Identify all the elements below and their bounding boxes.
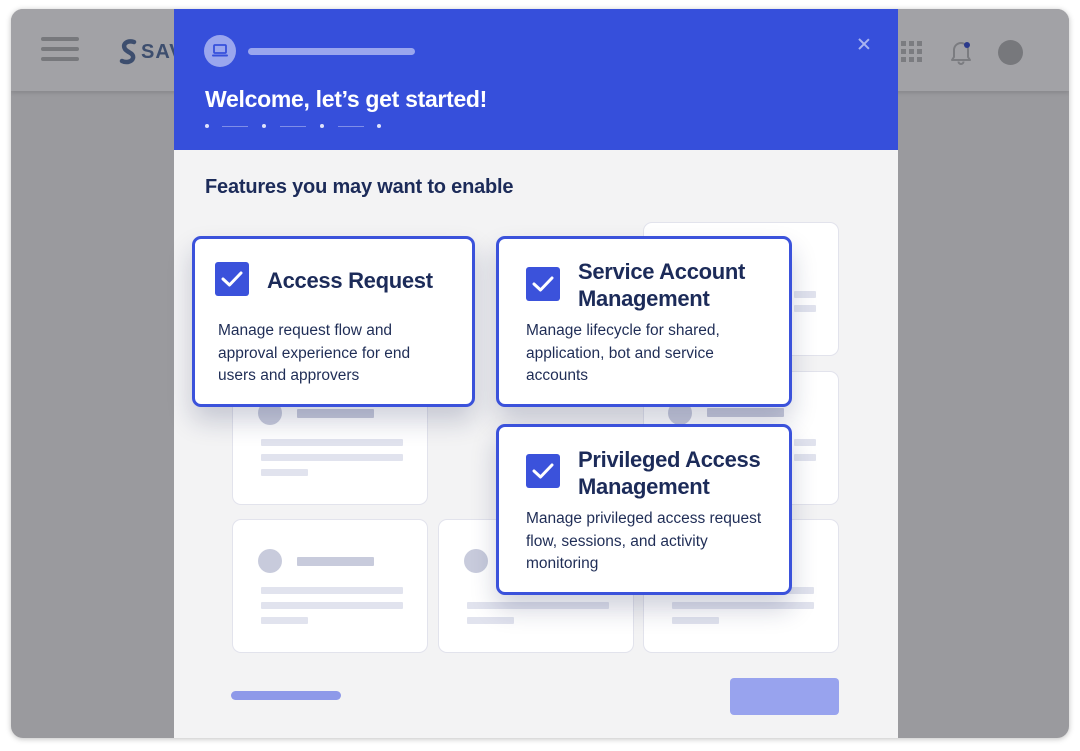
welcome-modal: Welcome, let’s get started! Features you… — [174, 9, 898, 738]
modal-title: Welcome, let’s get started! — [205, 86, 488, 112]
step-dot — [320, 124, 324, 128]
close-icon[interactable] — [854, 34, 874, 54]
placeholder-card — [232, 519, 428, 653]
feature-description: Manage privileged access request flow, s… — [526, 510, 762, 572]
step-dot — [205, 124, 209, 128]
step-connector — [222, 125, 248, 127]
feature-title: Service Account Management — [578, 259, 746, 311]
step-dot — [262, 124, 266, 128]
feature-card-access-request[interactable]: Access Request Manage request flow and a… — [192, 236, 475, 407]
feature-description: Manage request flow and approval experie… — [218, 322, 411, 384]
laptop-icon — [204, 35, 236, 67]
grid-icon[interactable] — [901, 41, 923, 63]
bell-icon[interactable] — [949, 39, 973, 65]
modal-header: Welcome, let’s get started! — [174, 9, 898, 150]
notification-dot — [964, 42, 970, 48]
back-link[interactable] — [231, 691, 341, 700]
header-placeholder-bar — [248, 48, 415, 55]
feature-description: Manage lifecycle for shared, application… — [526, 322, 720, 384]
app-window: SAV Welcome, let’s get started! Features… — [11, 9, 1069, 738]
feature-title: Access Request — [267, 268, 433, 293]
step-connector — [280, 125, 306, 127]
step-connector — [338, 125, 364, 127]
avatar[interactable] — [998, 40, 1023, 65]
app-logo[interactable]: SAV — [119, 38, 183, 66]
logo-mark-icon — [119, 39, 137, 65]
step-dot — [377, 124, 381, 128]
check-icon — [221, 271, 243, 287]
check-icon — [532, 463, 554, 479]
feature-title: Privileged Access Management — [578, 447, 761, 499]
access-request-checkbox[interactable] — [215, 262, 249, 296]
next-button[interactable] — [730, 678, 839, 715]
feature-card-privileged-access-management[interactable]: Privileged Access Management Manage priv… — [496, 424, 792, 595]
feature-card-service-account-management[interactable]: Service Account Management Manage lifecy… — [496, 236, 792, 407]
check-icon — [532, 276, 554, 292]
service-account-checkbox[interactable] — [526, 267, 560, 301]
step-indicator — [205, 124, 385, 130]
section-title: Features you may want to enable — [205, 176, 514, 198]
privileged-access-checkbox[interactable] — [526, 454, 560, 488]
hamburger-icon[interactable] — [41, 37, 79, 61]
